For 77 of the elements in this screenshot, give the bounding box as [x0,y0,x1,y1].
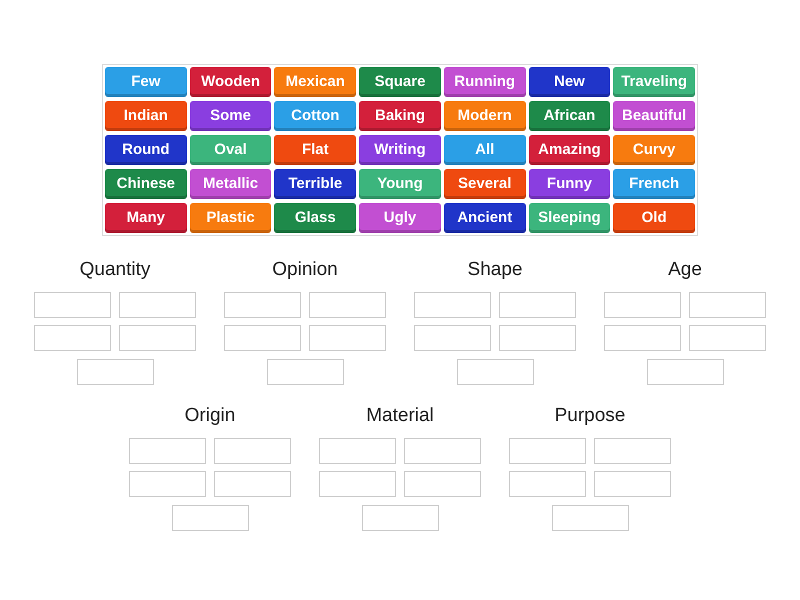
answer-box[interactable] [214,438,291,464]
answer-box[interactable] [404,471,481,497]
word-tile[interactable]: Young [359,169,441,199]
answer-box[interactable] [172,505,248,531]
word-tile[interactable]: Oval [190,135,272,165]
answer-box[interactable] [119,325,196,351]
word-tile[interactable]: Baking [359,101,441,131]
word-tile[interactable]: Terrible [274,169,356,199]
group-title: Age [668,259,702,281]
word-tile[interactable]: Beautiful [613,101,695,131]
answer-box[interactable] [509,438,586,464]
word-tile[interactable]: Amazing [528,135,610,165]
word-tile[interactable]: Flat [274,135,356,165]
word-tile[interactable]: Modern [444,101,526,131]
answer-box[interactable] [129,471,206,497]
answer-box[interactable] [604,325,681,351]
answer-box[interactable] [362,505,438,531]
word-tile[interactable]: Wooden [190,67,272,97]
word-tile[interactable]: Cotton [274,101,356,131]
word-tile[interactable]: Ugly [359,203,441,233]
answer-box[interactable] [266,359,344,385]
answer-box[interactable] [646,359,724,385]
answer-box[interactable] [499,292,576,318]
answer-box[interactable] [319,471,396,497]
word-tile[interactable]: New [528,67,610,97]
word-tile[interactable]: Mexican [274,67,356,97]
answer-box[interactable] [509,471,586,497]
word-tile[interactable]: Few [105,67,187,97]
answer-box[interactable] [119,292,196,318]
answer-box[interactable] [309,292,386,318]
answer-box[interactable] [689,292,766,318]
answer-box[interactable] [594,438,671,464]
word-tile[interactable]: Running [444,67,526,97]
answer-box[interactable] [414,292,491,318]
word-tile[interactable]: All [444,135,526,165]
word-tile[interactable]: Square [359,67,441,97]
word-tile[interactable]: Old [613,203,695,233]
answer-box[interactable] [414,325,491,351]
word-tile[interactable]: Glass [274,203,356,233]
answer-box[interactable] [456,359,534,385]
answer-box[interactable] [224,325,301,351]
answer-box[interactable] [224,292,301,318]
word-tile[interactable]: African [528,101,610,131]
word-tile[interactable]: Funny [528,169,610,199]
word-tile[interactable]: Plastic [190,203,272,233]
word-tile[interactable]: Curvy [613,135,695,165]
answer-box[interactable] [594,471,671,497]
group-title: Purpose [554,405,626,427]
word-tile[interactable]: Traveling [613,67,695,97]
answer-box[interactable] [689,325,766,351]
answer-box[interactable] [499,325,576,351]
word-tile[interactable]: French [613,169,695,199]
word-tile[interactable]: Some [190,101,272,131]
answer-box[interactable] [604,292,681,318]
word-tile[interactable]: Metallic [190,169,272,199]
answer-box[interactable] [76,359,154,385]
word-tile[interactable]: Writing [359,135,441,165]
word-tile[interactable]: Many [105,203,187,233]
group-title: Quantity [80,259,150,281]
answer-box[interactable] [319,438,396,464]
group-title: Opinion [272,259,338,281]
group-title: Material [366,405,434,427]
answer-box[interactable] [129,438,206,464]
group-title: Shape [468,259,522,281]
word-tile[interactable]: Sleeping [528,203,610,233]
answer-box[interactable] [404,438,481,464]
word-tile[interactable]: Several [444,169,526,199]
group-title: Origin [184,405,236,427]
answer-box[interactable] [214,471,291,497]
word-tile[interactable]: Ancient [444,203,526,233]
word-tile[interactable]: Round [105,135,187,165]
answer-box[interactable] [34,292,111,318]
answer-box[interactable] [552,505,628,531]
answer-box[interactable] [34,325,111,351]
word-tile[interactable]: Indian [105,101,187,131]
answer-box[interactable] [309,325,386,351]
word-tile[interactable]: Chinese [105,169,187,199]
